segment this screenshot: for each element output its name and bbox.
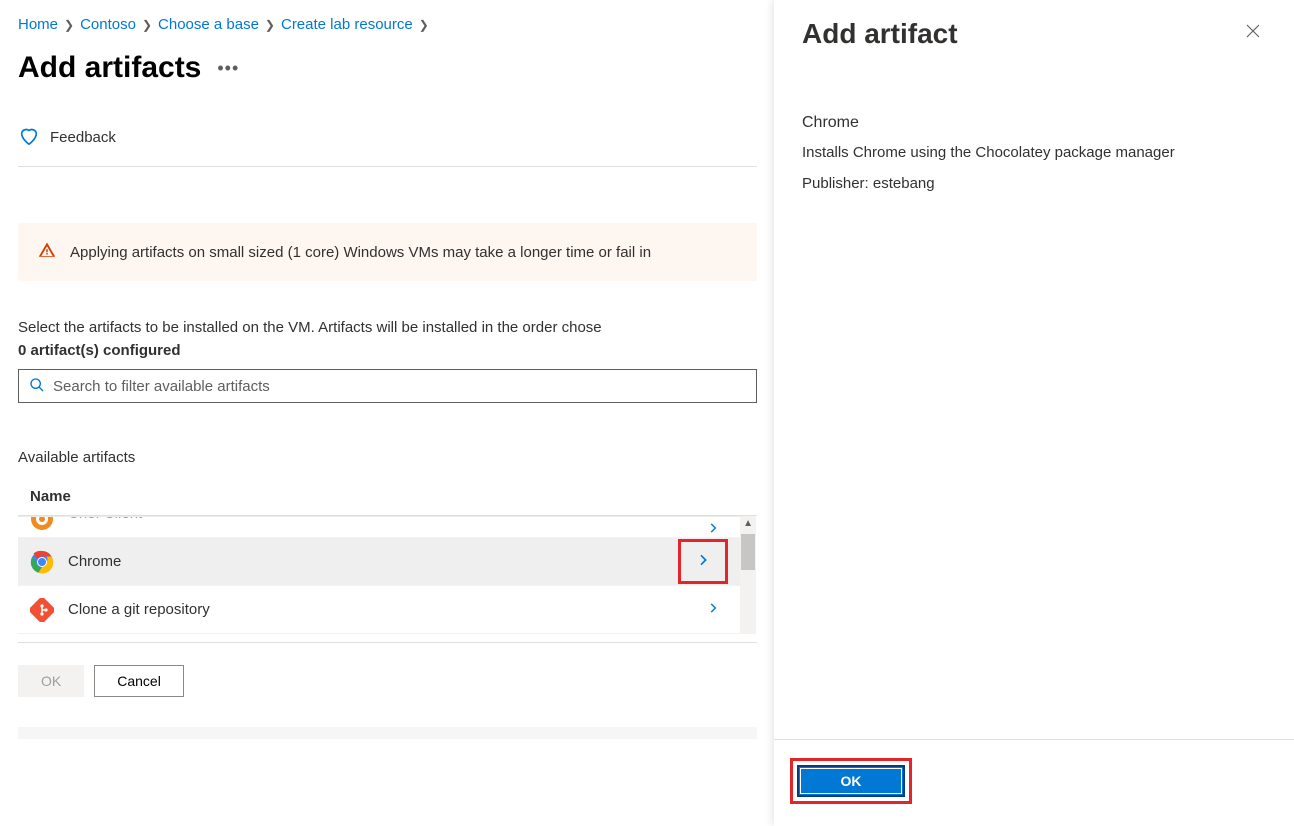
feedback-label: Feedback [50, 129, 116, 146]
scrollbar-thumb[interactable] [741, 534, 755, 570]
crumb-choose-base[interactable]: Choose a base [158, 16, 259, 33]
chevron-right-icon[interactable] [678, 539, 728, 584]
crumb-create-lab[interactable]: Create lab resource [281, 16, 413, 33]
warning-banner: Applying artifacts on small sized (1 cor… [18, 223, 757, 281]
chevron-right-icon[interactable] [698, 517, 728, 538]
heart-icon [18, 125, 40, 150]
main-blade: Home ❯ Contoso ❯ Choose a base ❯ Create … [0, 0, 775, 739]
artifact-list: Chef Client Chrome Clone a git reposit [18, 516, 756, 634]
scroll-up-icon[interactable]: ▲ [743, 518, 753, 529]
artifact-row-chrome[interactable]: Chrome [18, 538, 740, 586]
page-title-row: Add artifacts ••• [18, 51, 757, 85]
bottom-bar: OK Cancel [18, 642, 757, 727]
chef-icon [30, 516, 54, 531]
panel-footer: OK [774, 739, 1294, 826]
ok-highlight: OK [790, 758, 912, 804]
chevron-right-icon: ❯ [142, 18, 152, 32]
artifact-label: Chrome [68, 553, 664, 570]
chevron-right-icon: ❯ [265, 18, 275, 32]
page-title: Add artifacts [18, 51, 201, 85]
footer-strip [18, 727, 757, 739]
feedback-button[interactable]: Feedback [18, 125, 757, 167]
artifact-label: Chef Client [68, 516, 684, 522]
more-icon[interactable]: ••• [217, 58, 239, 79]
configured-count: 0 artifact(s) configured [18, 342, 757, 359]
artifact-row-chef[interactable]: Chef Client [18, 516, 740, 538]
description-text: Select the artifacts to be installed on … [18, 319, 757, 336]
search-icon [29, 377, 45, 396]
artifact-name: Chrome [802, 114, 1266, 132]
artifact-description: Installs Chrome using the Chocolatey pac… [802, 144, 1266, 161]
crumb-home[interactable]: Home [18, 16, 58, 33]
artifact-label: Clone a git repository [68, 601, 684, 618]
ok-button: OK [18, 665, 84, 697]
panel-title: Add artifact [802, 18, 958, 50]
crumb-contoso[interactable]: Contoso [80, 16, 136, 33]
scrollbar[interactable]: ▲ [740, 516, 756, 634]
artifact-publisher: Publisher: estebang [802, 175, 1266, 192]
available-artifacts-header: Available artifacts [18, 449, 757, 466]
git-icon [30, 598, 54, 622]
close-icon[interactable] [1240, 18, 1266, 49]
warning-icon [38, 241, 56, 263]
chevron-right-icon[interactable] [698, 597, 728, 622]
search-box[interactable] [18, 369, 757, 403]
panel-body: Chrome Installs Chrome using the Chocola… [774, 60, 1294, 739]
column-header-name[interactable]: Name [18, 488, 757, 516]
artifact-row-git[interactable]: Clone a git repository [18, 586, 740, 634]
panel-ok-button[interactable]: OK [797, 765, 905, 797]
warning-text: Applying artifacts on small sized (1 cor… [70, 244, 651, 261]
panel-header: Add artifact [774, 0, 1294, 60]
chevron-right-icon: ❯ [64, 18, 74, 32]
chrome-icon [30, 550, 54, 574]
search-input[interactable] [53, 378, 746, 395]
chevron-right-icon: ❯ [419, 18, 429, 32]
cancel-button[interactable]: Cancel [94, 665, 184, 697]
add-artifact-panel: Add artifact Chrome Installs Chrome usin… [774, 0, 1294, 826]
breadcrumb: Home ❯ Contoso ❯ Choose a base ❯ Create … [18, 16, 757, 33]
